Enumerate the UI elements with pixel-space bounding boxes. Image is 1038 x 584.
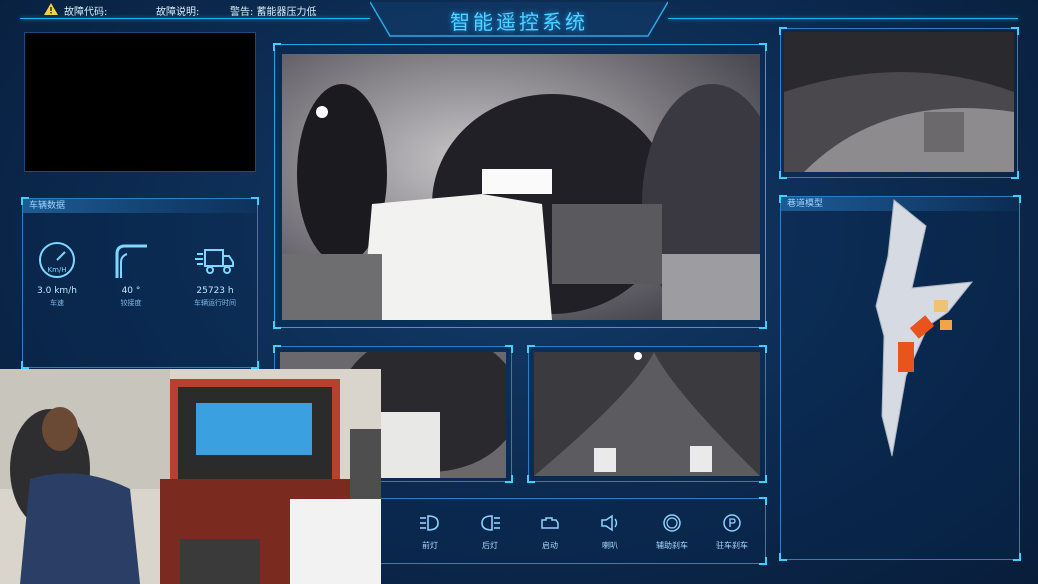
horn-icon xyxy=(601,514,618,532)
speed-label: 车速 xyxy=(50,299,64,307)
vehicle-data-header: 车辆数据 xyxy=(23,199,257,213)
truck-icon xyxy=(195,249,234,274)
svg-text:Km/H: Km/H xyxy=(47,266,66,274)
operator-station-photo xyxy=(0,369,381,584)
headlight-label: 前灯 xyxy=(422,541,438,550)
engine-start-label: 启动 xyxy=(542,541,558,550)
engine-start-button[interactable]: 启动 xyxy=(520,514,580,551)
horn-label: 喇叭 xyxy=(602,541,618,550)
page-title: 智能遥控系统 xyxy=(450,10,588,34)
main-camera-feed xyxy=(282,54,760,320)
warning-icon xyxy=(44,3,58,15)
fault-code-label: 故障代码: xyxy=(64,7,108,18)
auxiliary-brake-button[interactable]: 辅助刹车 xyxy=(642,514,702,551)
rear-light-button[interactable]: 后灯 xyxy=(460,514,520,551)
top-right-camera-feed xyxy=(784,32,1014,172)
fault-description-label: 故障说明: xyxy=(156,7,200,18)
headlight-button[interactable]: 前灯 xyxy=(400,514,460,551)
horn-button[interactable]: 喇叭 xyxy=(580,514,640,551)
runtime-value: 25723 h xyxy=(196,286,234,296)
articulation-label: 铰接度 xyxy=(120,299,142,307)
speedometer-icon: Km/H xyxy=(39,242,75,278)
engine-start-icon xyxy=(541,517,559,529)
runtime-stat: 25723 h 车辆运行时间 xyxy=(175,240,255,308)
speed-value: 3.0 km/h xyxy=(37,286,77,296)
auxiliary-brake-label: 辅助刹车 xyxy=(656,541,688,550)
tunnel-3d-model xyxy=(875,199,974,457)
articulation-angle-icon xyxy=(115,244,147,278)
headlight-icon xyxy=(420,515,439,531)
speed-stat: Km/H 3.0 km/h 车速 xyxy=(17,240,97,308)
rear-light-icon xyxy=(481,515,500,531)
warning-message: 警告: 蓄能器压力低 xyxy=(230,7,317,18)
parking-brake-icon xyxy=(723,514,741,532)
articulation-stat: 40 ° 铰接度 xyxy=(91,240,171,308)
rear-light-label: 后灯 xyxy=(482,541,498,550)
header-line-left xyxy=(20,18,370,19)
articulation-value: 40 ° xyxy=(121,286,141,296)
parking-brake-label: 驻车刹车 xyxy=(716,541,748,550)
header-line-right xyxy=(668,18,1018,19)
auxiliary-brake-icon xyxy=(663,514,681,532)
parking-brake-button[interactable]: 驻车刹车 xyxy=(702,514,762,551)
camera-feed-offline xyxy=(24,32,256,172)
bottom-right-camera-feed xyxy=(534,352,760,476)
runtime-label: 车辆运行时间 xyxy=(194,299,236,307)
